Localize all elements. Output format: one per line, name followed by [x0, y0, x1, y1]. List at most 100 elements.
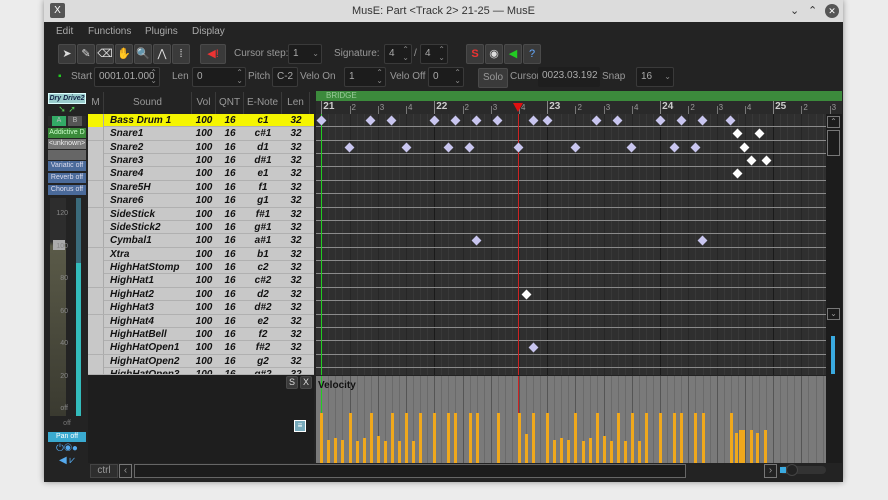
velocity-bar[interactable] — [694, 412, 698, 463]
drum-note[interactable] — [669, 142, 680, 153]
drum-note[interactable] — [754, 128, 764, 139]
drum-note[interactable] — [429, 115, 440, 126]
qnt-cell[interactable]: 16 — [216, 127, 244, 140]
drum-row[interactable]: HighHatOpen2 100 16 g2 32 — [88, 354, 314, 369]
vol-cell[interactable]: 100 — [192, 114, 216, 127]
drum-row[interactable]: HighHatStomp 100 16 c2 32 — [88, 261, 314, 275]
qnt-cell[interactable]: 16 — [216, 114, 244, 127]
len-cell[interactable]: 32 — [282, 141, 310, 154]
mute-cell[interactable] — [88, 220, 104, 234]
vol-cell[interactable]: 100 — [192, 368, 216, 374]
vol-cell[interactable]: 100 — [192, 154, 216, 167]
midi-icon[interactable]: ◉ — [485, 44, 503, 64]
velocity-bar[interactable] — [447, 412, 451, 463]
drum-note[interactable] — [443, 142, 454, 153]
horizontal-zoom-slider[interactable] — [780, 464, 826, 476]
enote-cell[interactable]: c1 — [244, 114, 282, 127]
solo-s-icon[interactable]: S — [466, 44, 484, 64]
vol-cell[interactable]: 100 — [192, 141, 216, 154]
qnt-cell[interactable]: 16 — [216, 234, 244, 247]
velocity-bar[interactable] — [468, 412, 472, 463]
enote-cell[interactable]: d2 — [244, 288, 282, 301]
qnt-cell[interactable]: 16 — [216, 154, 244, 167]
enote-cell[interactable]: e1 — [244, 167, 282, 180]
velocity-bar[interactable] — [362, 437, 366, 463]
zoom-icon[interactable]: 🔍 — [134, 44, 152, 64]
pan-knob[interactable]: Pan off — [48, 432, 86, 442]
drum-row[interactable]: Xtra 100 16 b1 32 — [88, 247, 314, 262]
drum-note[interactable] — [492, 115, 503, 126]
close-button[interactable]: ✕ — [825, 4, 839, 18]
velocity-bar[interactable] — [701, 412, 705, 463]
drum-row[interactable]: Snare2 100 16 d1 32 — [88, 140, 314, 155]
vol-cell[interactable]: 100 — [192, 355, 216, 368]
mute-cell[interactable] — [88, 140, 104, 154]
velocity-controller[interactable]: Velocity — [316, 376, 826, 463]
ctrl-solo-button[interactable]: S — [286, 376, 298, 389]
drum-note[interactable] — [747, 155, 757, 166]
drum-row[interactable]: SideStick2 100 16 g#1 32 — [88, 220, 314, 235]
scroll-down-icon[interactable]: ⌄ — [827, 308, 840, 320]
len-cell[interactable]: 32 — [282, 261, 310, 274]
mute-cell[interactable] — [88, 341, 104, 355]
drum-map-icon[interactable]: ≡ — [294, 420, 306, 432]
velocity-bar[interactable] — [581, 440, 585, 463]
velocity-bar[interactable] — [741, 429, 745, 463]
vol-cell[interactable]: 100 — [192, 234, 216, 247]
mute-cell[interactable] — [88, 207, 104, 221]
column-header-sound[interactable]: Sound — [104, 92, 192, 114]
draw-line-icon[interactable]: ⋀ — [153, 44, 171, 64]
len-cell[interactable]: 32 — [282, 341, 310, 354]
drum-row[interactable]: SideStick 100 16 f#1 32 — [88, 207, 314, 221]
drum-note[interactable] — [344, 142, 355, 153]
enote-cell[interactable]: b1 — [244, 248, 282, 261]
enote-cell[interactable]: f#1 — [244, 208, 282, 221]
len-cell[interactable]: 32 — [282, 154, 310, 167]
drum-note[interactable] — [542, 115, 553, 126]
len-cell[interactable]: 32 — [282, 368, 310, 374]
qnt-cell[interactable]: 16 — [216, 261, 244, 274]
velocity-bar[interactable] — [496, 412, 500, 463]
len-cell[interactable]: 32 — [282, 288, 310, 301]
velocity-bar[interactable] — [390, 412, 394, 463]
enote-cell[interactable]: f1 — [244, 181, 282, 194]
drum-row[interactable]: HighHat3 100 16 d#2 32 — [88, 301, 314, 315]
len-cell[interactable]: 32 — [282, 114, 310, 127]
velocity-bar[interactable] — [532, 412, 536, 463]
velocity-bar[interactable] — [609, 440, 613, 463]
drum-note[interactable] — [732, 128, 743, 139]
drum-note[interactable] — [570, 142, 581, 153]
qnt-cell[interactable]: 16 — [216, 355, 244, 368]
drum-note[interactable] — [464, 142, 475, 153]
drum-note[interactable] — [697, 115, 708, 126]
len-field[interactable]: 0 ⌃ ⌄ — [192, 67, 246, 87]
velocity-bar[interactable] — [755, 432, 759, 463]
drum-row[interactable]: Snare1 100 16 c#1 32 — [88, 127, 314, 141]
drum-row[interactable]: HighHat4 100 16 e2 32 — [88, 314, 314, 328]
qnt-cell[interactable]: 16 — [216, 328, 244, 341]
drum-note[interactable] — [521, 289, 531, 300]
vol-cell[interactable]: 100 — [192, 274, 216, 287]
variation-knob[interactable]: Variatic off — [48, 161, 86, 171]
drum-row[interactable]: Snare4 100 16 e1 32 — [88, 167, 314, 181]
velocity-bar[interactable] — [659, 412, 663, 463]
qnt-cell[interactable]: 16 — [216, 248, 244, 261]
menu-edit[interactable]: Edit — [56, 26, 73, 37]
mute-cell[interactable] — [88, 327, 104, 341]
pointer-icon[interactable]: ➤ — [58, 44, 76, 64]
a-button[interactable]: A — [52, 116, 67, 126]
enote-cell[interactable]: g#2 — [244, 368, 282, 374]
enote-cell[interactable]: d#1 — [244, 154, 282, 167]
menu-plugins[interactable]: Plugins — [145, 26, 178, 37]
qnt-cell[interactable]: 16 — [216, 181, 244, 194]
drum-row[interactable]: Snare5H 100 16 f1 32 — [88, 180, 314, 195]
mute-cell[interactable] — [88, 180, 104, 194]
qnt-cell[interactable]: 16 — [216, 194, 244, 207]
len-cell[interactable]: 32 — [282, 248, 310, 261]
drum-note[interactable] — [471, 235, 482, 246]
vol-cell[interactable]: 100 — [192, 261, 216, 274]
column-header-m[interactable]: M — [88, 92, 104, 114]
len-cell[interactable]: 32 — [282, 181, 310, 194]
drum-row[interactable]: Cymbal1 100 16 a#1 32 — [88, 234, 314, 248]
route-arrows-icon[interactable]: ➘ ➚ — [48, 104, 86, 114]
